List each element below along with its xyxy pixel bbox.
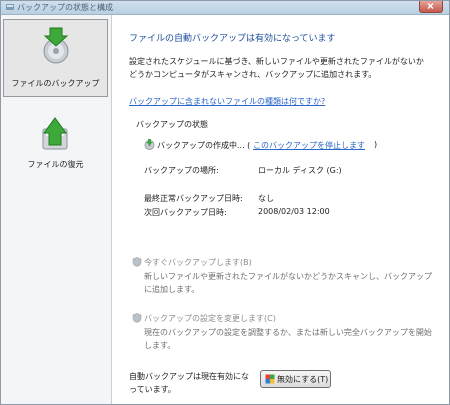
description-line-2: どうかコンピュータがスキャンされ、バックアップに追加されます。 — [129, 70, 377, 79]
description-line-1: 設定されたスケジュールに基づき、新しいファイルや更新されたファイルがないか — [129, 57, 424, 66]
close-icon — [427, 3, 434, 9]
backup-status-window: バックアップの状態と構成 ファイルのバックアップ ファイルの復元 ファイルの自動… — [0, 0, 450, 405]
shield-icon — [132, 313, 142, 323]
window-title: バックアップの状態と構成 — [17, 3, 113, 12]
backup-progress-icon — [144, 139, 155, 150]
shield-icon — [265, 374, 275, 384]
last-backup-label: 最終正常バックアップ日時: — [144, 194, 243, 203]
last-backup-value: なし — [258, 194, 274, 203]
backup-now-title: 今すぐバックアップします(B) — [144, 258, 252, 267]
next-backup-value: 2008/02/03 12:00 — [258, 207, 330, 216]
change-settings-option[interactable]: バックアップの設定を変更します(C) 現在のバックアップの設定を調整するか、また… — [132, 313, 432, 353]
backup-now-desc-line-1: 新しいファイルや更新されたファイルがないかどうかスキャンし、バックアップ — [144, 272, 432, 281]
backup-app-icon — [6, 4, 14, 10]
backup-location-value: ローカル ディスク (G:) — [258, 166, 342, 175]
nav-item-file-backup[interactable]: ファイルのバックアップ — [3, 19, 108, 97]
nav-label-file-backup: ファイルのバックアップ — [11, 79, 100, 88]
disable-button[interactable]: 無効にする(T) — [260, 370, 331, 388]
auto-backup-status-line-1: 自動バックアップは現在有効にな — [129, 372, 249, 381]
shield-icon — [132, 257, 142, 267]
close-button[interactable] — [419, 1, 443, 13]
backup-status-title: バックアップの状態 — [136, 120, 208, 129]
stop-backup-link[interactable]: このバックアップを停止します — [253, 140, 365, 151]
main-content-pane: ファイルの自動バックアップは有効になっています 設定されたスケジュールに基づき、… — [112, 15, 449, 404]
left-nav-pane: ファイルのバックアップ ファイルの復元 — [1, 15, 112, 404]
change-settings-title: バックアップの設定を変更します(C) — [144, 314, 276, 323]
auto-backup-status-line-2: っています。 — [129, 385, 176, 394]
change-settings-desc-line-1: 現在のバックアップの設定を調整するか、または新しい完全バックアップを開始 — [144, 328, 432, 337]
excluded-file-types-link[interactable]: バックアップに含まれないファイルの種類は何ですか? — [129, 95, 325, 108]
restore-disk-icon — [42, 117, 68, 150]
backup-status-text: バックアップの作成中... ( — [157, 141, 251, 150]
backup-location-label: バックアップの場所: — [144, 166, 219, 175]
change-settings-desc-line-2: します。 — [144, 341, 176, 350]
title-bar[interactable]: バックアップの状態と構成 — [1, 1, 449, 15]
backup-now-desc-line-2: に追加します。 — [144, 285, 200, 294]
next-backup-label: 次回バックアップ日時: — [144, 208, 227, 217]
nav-item-file-restore[interactable]: ファイルの復元 — [3, 111, 108, 183]
page-header: ファイルの自動バックアップは有効になっています — [129, 34, 336, 44]
status-close-paren: ) — [374, 140, 378, 149]
backup-now-option[interactable]: 今すぐバックアップします(B) 新しいファイルや更新されたファイルがないかどうか… — [132, 257, 432, 297]
backup-disk-icon — [43, 27, 69, 64]
nav-label-file-restore: ファイルの復元 — [27, 160, 84, 169]
disable-button-label: 無効にする(T) — [277, 375, 329, 384]
